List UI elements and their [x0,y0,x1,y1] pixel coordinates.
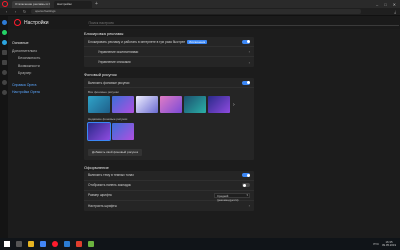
chevron-right-icon: › [248,203,250,208]
bookmarks-icon[interactable] [1,60,7,65]
url-input[interactable]: opera://settings [31,9,361,14]
customize-fonts-row[interactable]: Настроить шрифты › [84,201,254,211]
wallpaper-toggle-row: Включить фоновые рисунки [84,78,254,88]
manage-lists-label: Управление списками [98,60,131,64]
nav-link-help[interactable]: Справка Opera [12,82,72,90]
back-icon[interactable]: ‹ [4,9,9,14]
nav-item-features[interactable]: Возможности [12,63,72,71]
messenger-icon[interactable] [1,20,7,25]
ad-block-title: Блокировка рекламы [84,31,124,36]
reload-icon[interactable]: ↻ [22,9,27,14]
opera-taskbar-icon[interactable] [52,241,58,247]
word-icon[interactable] [64,241,70,247]
maximize-icon[interactable]: □ [384,2,386,7]
speed-dial-icon[interactable] [1,50,7,55]
manage-exceptions-label: Управление исключениями [98,49,139,54]
opera-sidebar [0,16,8,238]
wallpaper-card: Включить фоновые рисунки Все фоновые рис… [84,78,254,160]
customize-fonts-label: Настроить шрифты [88,203,117,208]
wallpaper-thumb[interactable] [112,123,134,140]
nav-item-security[interactable]: Безопасность [12,55,72,63]
settings-search-input[interactable]: Поиск настроек [88,20,399,26]
wallpaper-toggle-label: Включить фоновые рисунки [88,80,130,85]
chrome-icon[interactable] [40,241,46,247]
clock-date: 09.05.2019 [382,243,396,247]
close-icon[interactable]: ✕ [393,2,396,7]
chevron-right-icon[interactable]: › [233,102,235,108]
app-icon[interactable] [76,241,82,247]
language-indicator[interactable]: РУС [373,242,379,246]
chevron-right-icon: › [248,49,250,54]
all-wallpapers-label: Все фоновые рисунки [88,90,119,94]
whatsapp-icon[interactable] [1,30,7,35]
window-controls: – □ ✕ [376,2,400,7]
forward-icon[interactable]: › [13,9,18,14]
telegram-icon[interactable] [1,40,7,45]
file-explorer-icon[interactable] [28,241,34,247]
wallpaper-toggle[interactable] [242,80,250,85]
appearance-title: Оформление [84,164,109,170]
wallpaper-title: Фоновый рисунок [84,72,117,77]
nav-item-advanced[interactable]: Дополнительно [12,48,72,56]
page-title: Настройки [24,19,49,26]
bookmarks-bar-row: Отобразить панель закладок [84,181,254,191]
nav-item-browser[interactable]: Браузер [12,70,72,78]
dark-theme-label: Включить тему в темных тонах [88,173,134,177]
browser-window: Отключение рекламы в Оп Настройки + – □ … [0,0,400,250]
tab-bar: Отключение рекламы в Оп Настройки + – □ … [0,0,400,8]
manage-lists-row[interactable]: Управление списками › [84,57,254,67]
windows-taskbar: РУС 16:35 09.05.2019 [0,238,400,250]
add-wallpaper-button[interactable]: Добавить свой фоновый рисунок [88,148,143,156]
appearance-card: Включить тему в темных тонах Отобразить … [84,170,254,211]
dark-theme-row: Включить тему в темных тонах [84,171,254,181]
download-icon[interactable]: ⤓ [394,9,396,14]
wallpaper-thumb[interactable] [112,96,134,113]
recent-wallpapers-list [84,122,254,141]
tab-settings[interactable]: Настройки [54,0,92,8]
minimize-icon[interactable]: – [376,2,378,7]
all-wallpapers-list: › [84,96,254,113]
wallpaper-thumb[interactable] [208,96,230,113]
extensions-icon[interactable] [1,80,7,85]
wallpaper-thumb[interactable] [87,122,111,141]
system-tray: РУС 16:35 09.05.2019 [373,240,400,247]
wallpaper-thumb[interactable] [136,96,158,113]
settings-nav: Основные Дополнительно Безопасность Возм… [12,40,72,97]
wallpaper-thumb[interactable] [184,96,206,113]
manage-exceptions-row[interactable]: Управление исключениями › [84,47,254,57]
search-icon[interactable] [16,241,22,247]
ad-block-toggle[interactable] [242,39,250,44]
tab-ad-block[interactable]: Отключение рекламы в Оп [12,0,50,8]
font-size-label: Размер шрифта [88,193,112,197]
recent-wallpapers-label: Недавние фоновые рисунки [88,117,128,121]
ad-block-toggle-label: Блокировать рекламу и работать в интерне… [88,39,186,44]
bookmarks-bar-toggle[interactable] [242,183,250,187]
dark-theme-toggle[interactable] [242,173,250,177]
ad-block-card: Блокировать рекламу и работать в интерне… [84,37,254,67]
font-size-row: Размер шрифта Средний (рекомендуется) [84,191,254,202]
wallpaper-thumb[interactable] [88,96,110,113]
address-bar: ‹ › ↻ opera://settings ⤓ [0,8,400,16]
settings-header: Настройки Поиск настроек [8,16,400,29]
windows-start-icon[interactable] [4,241,10,247]
bookmarks-bar-label: Отобразить панель закладок [88,183,131,187]
chevron-right-icon: › [248,59,250,65]
opera-logo-icon [14,19,21,26]
font-size-select[interactable]: Средний (рекомендуется) [214,192,250,202]
nav-link-opera-settings[interactable]: Настройки Opera [12,89,72,97]
opera-menu-icon[interactable] [2,1,8,7]
ad-block-toggle-row: Блокировать рекламу и работать в интерне… [84,37,254,47]
new-tab-icon[interactable]: + [95,0,98,8]
nav-item-basic[interactable]: Основные [12,40,72,48]
app-icon[interactable] [88,241,94,247]
history-icon[interactable] [1,70,7,75]
exceptions-button[interactable]: Исключения [187,39,208,44]
wallpaper-thumb[interactable] [160,96,182,113]
settings-icon[interactable] [1,90,7,95]
clock[interactable]: 16:35 09.05.2019 [382,240,396,247]
settings-content: Блокировка рекламы Блокировать рекламу и… [84,30,254,238]
